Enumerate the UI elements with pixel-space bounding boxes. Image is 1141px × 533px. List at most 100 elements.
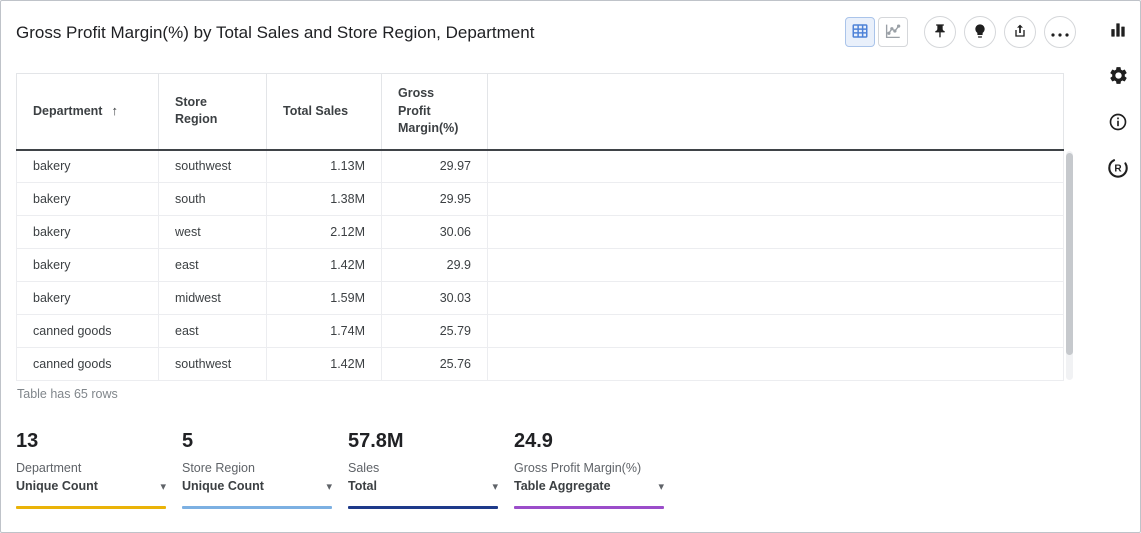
cell-store-region: southwest	[159, 150, 267, 183]
cell-total-sales: 1.42M	[267, 249, 382, 282]
cell-filler	[488, 183, 1064, 216]
cell-total-sales: 1.59M	[267, 282, 382, 315]
table-row: canned goods east 1.74M 25.79	[17, 315, 1064, 348]
brand-logo-button[interactable]: R	[1106, 157, 1130, 181]
chevron-down-icon: ▾	[326, 480, 332, 493]
column-header-total-sales[interactable]: Total Sales	[267, 74, 382, 150]
info-rail-button[interactable]	[1106, 111, 1130, 135]
column-header-label: Total Sales	[283, 104, 348, 118]
data-table: Department ↑ Store Region Total Sales Gro…	[16, 73, 1064, 381]
cell-department: canned goods	[17, 315, 159, 348]
insights-button[interactable]	[964, 16, 996, 48]
summary-value: 24.9	[514, 429, 664, 453]
cell-filler	[488, 249, 1064, 282]
table-row: bakery south 1.38M 29.95	[17, 183, 1064, 216]
aggregate-dropdown[interactable]: Table Aggregate ▾	[514, 479, 664, 493]
pushpin-icon	[932, 23, 948, 42]
table-view-toggle[interactable]	[845, 17, 875, 47]
settings-rail-button[interactable]	[1106, 65, 1130, 89]
aggregate-dropdown[interactable]: Total ▾	[348, 479, 498, 493]
view-toggle-group	[845, 17, 908, 47]
charts-rail-button[interactable]	[1106, 19, 1130, 43]
chart-view-toggle[interactable]	[878, 17, 908, 47]
cell-department: bakery	[17, 150, 159, 183]
aggregate-label: Unique Count	[182, 479, 264, 493]
table-row: bakery west 2.12M 30.06	[17, 216, 1064, 249]
pin-button[interactable]	[924, 16, 956, 48]
cell-gross-profit-margin: 25.79	[382, 315, 488, 348]
export-button[interactable]	[1004, 16, 1036, 48]
cell-department: bakery	[17, 216, 159, 249]
column-header-label: Department	[33, 104, 102, 118]
more-options-button[interactable]	[1044, 16, 1076, 48]
summary-card-gross-profit-margin: 24.9 Gross Profit Margin(%) Table Aggreg…	[514, 429, 664, 509]
cell-store-region: southwest	[159, 348, 267, 381]
cell-total-sales: 1.13M	[267, 150, 382, 183]
dashboard-card: Gross Profit Margin(%) by Total Sales an…	[0, 0, 1141, 533]
aggregate-dropdown[interactable]: Unique Count ▾	[16, 479, 166, 493]
aggregate-label: Table Aggregate	[514, 479, 611, 493]
cell-total-sales: 1.42M	[267, 348, 382, 381]
cell-department: canned goods	[17, 348, 159, 381]
cell-filler	[488, 315, 1064, 348]
table-row: canned goods southwest 1.42M 25.76	[17, 348, 1064, 381]
column-header-department[interactable]: Department ↑	[17, 74, 159, 150]
cell-gross-profit-margin: 25.76	[382, 348, 488, 381]
cell-filler	[488, 150, 1064, 183]
right-rail: R	[1103, 19, 1133, 181]
summary-label: Gross Profit Margin(%)	[514, 461, 664, 475]
cell-gross-profit-margin: 29.95	[382, 183, 488, 216]
summary-card-store-region: 5 Store Region Unique Count ▾	[182, 429, 332, 509]
summary-label: Department	[16, 461, 166, 475]
summary-value: 13	[16, 429, 166, 453]
chevron-down-icon: ▾	[160, 480, 166, 493]
cell-total-sales: 2.12M	[267, 216, 382, 249]
summary-value: 5	[182, 429, 332, 453]
table-row: bakery southwest 1.13M 29.97	[17, 150, 1064, 183]
column-header-gross-profit-margin[interactable]: Gross Profit Margin(%)	[382, 74, 488, 150]
bar-chart-icon	[1108, 20, 1128, 43]
cell-gross-profit-margin: 30.03	[382, 282, 488, 315]
chevron-down-icon: ▾	[658, 480, 664, 493]
scrollbar-thumb[interactable]	[1066, 153, 1073, 355]
column-header-store-region[interactable]: Store Region	[159, 74, 267, 150]
info-icon	[1108, 112, 1128, 135]
lightbulb-icon	[972, 23, 988, 42]
column-header-label: Store Region	[175, 94, 233, 129]
row-count-note: Table has 65 rows	[17, 387, 118, 401]
chart-title: Gross Profit Margin(%) by Total Sales an…	[16, 23, 534, 43]
aggregate-label: Total	[348, 479, 377, 493]
table-header-row: Department ↑ Store Region Total Sales Gro…	[17, 74, 1064, 150]
ellipsis-icon	[1051, 25, 1069, 40]
series-color-bar	[514, 506, 664, 509]
aggregate-dropdown[interactable]: Unique Count ▾	[182, 479, 332, 493]
sort-ascending-icon: ↑	[111, 103, 118, 118]
gear-icon	[1108, 65, 1129, 89]
cell-gross-profit-margin: 29.97	[382, 150, 488, 183]
table-row: bakery midwest 1.59M 30.03	[17, 282, 1064, 315]
series-color-bar	[182, 506, 332, 509]
aggregate-label: Unique Count	[16, 479, 98, 493]
summary-value: 57.8M	[348, 429, 498, 453]
summary-card-department: 13 Department Unique Count ▾	[16, 429, 166, 509]
cell-store-region: midwest	[159, 282, 267, 315]
series-color-bar	[348, 506, 498, 509]
cell-gross-profit-margin: 29.9	[382, 249, 488, 282]
cell-store-region: east	[159, 249, 267, 282]
summary-label: Sales	[348, 461, 498, 475]
toolbar	[845, 16, 1076, 48]
cell-department: bakery	[17, 282, 159, 315]
table-grid-icon	[851, 22, 869, 43]
summary-cards: 13 Department Unique Count ▾ 5 Store Reg…	[16, 429, 664, 509]
cell-department: bakery	[17, 183, 159, 216]
cell-filler	[488, 216, 1064, 249]
cell-total-sales: 1.74M	[267, 315, 382, 348]
summary-card-sales: 57.8M Sales Total ▾	[348, 429, 498, 509]
summary-label: Store Region	[182, 461, 332, 475]
cell-store-region: east	[159, 315, 267, 348]
share-export-icon	[1012, 23, 1028, 42]
cell-store-region: west	[159, 216, 267, 249]
table-row: bakery east 1.42M 29.9	[17, 249, 1064, 282]
series-color-bar	[16, 506, 166, 509]
chevron-down-icon: ▾	[492, 480, 498, 493]
